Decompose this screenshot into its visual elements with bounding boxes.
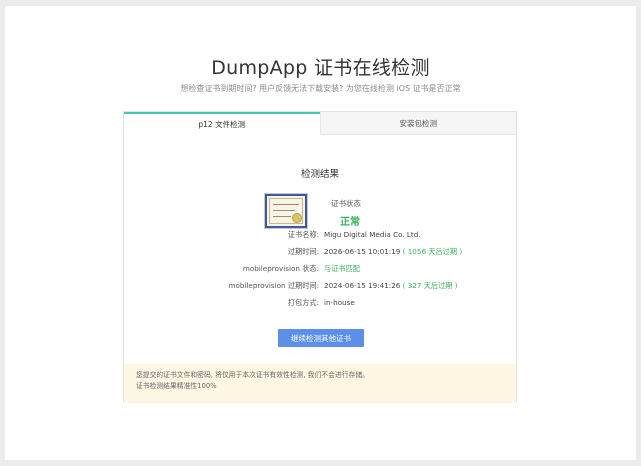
field-key: mobileprovision 过期时间: bbox=[228, 281, 319, 290]
field-value: in-house bbox=[324, 298, 355, 307]
field-row-packaging: 打包方式: in-house bbox=[124, 298, 516, 310]
notice-line: 证书检测结果精准性100% bbox=[136, 382, 217, 390]
checker-card: p12 文件检测 安装包检测 检测结果 证书状态 正常 证书名称: Migu D… bbox=[123, 111, 517, 403]
field-row-mobileprovision-status: mobileprovision 状态: 与证书匹配 bbox=[124, 264, 516, 276]
field-note: 与证书匹配 bbox=[324, 264, 360, 273]
result-title: 检测结果 bbox=[300, 169, 339, 180]
page-subtitle: 想检查证书到期时间? 用户反馈无法下载安装? 为您在线检测 iOS 证书是否正常 bbox=[180, 84, 461, 93]
field-value: Migu Digital Media Co. Ltd. bbox=[324, 230, 421, 239]
field-value-text: in-house bbox=[324, 298, 355, 307]
page-title: DumpApp 证书在线检测 bbox=[211, 57, 430, 79]
privacy-notice: 您提交的证书文件和密码, 将仅用于本次证书有效性检测, 我们不会进行存储。 证书… bbox=[124, 364, 516, 403]
field-key: mobileprovision 状态: bbox=[242, 264, 319, 273]
field-value: 2024-06-15 19:41:26 ( 327 天后过期 ) bbox=[324, 281, 458, 291]
notice-line: 您提交的证书文件和密码, 将仅用于本次证书有效性检测, 我们不会进行存储。 bbox=[136, 371, 369, 379]
tab-p12-file-check[interactable]: p12 文件检测 bbox=[124, 112, 320, 135]
check-another-button[interactable]: 继续检测其他证书 bbox=[278, 329, 364, 347]
field-value: 2026-06-15 10:01:19 ( 1056 天后过期 ) bbox=[324, 247, 462, 257]
certificate-line bbox=[273, 216, 291, 217]
field-key: 打包方式: bbox=[287, 298, 319, 307]
field-value-text: Migu Digital Media Co. Ltd. bbox=[324, 230, 421, 239]
status-value: 正常 bbox=[340, 217, 360, 228]
field-row-expiry: 过期时间: 2026-06-15 10:01:19 ( 1056 天后过期 ) bbox=[124, 247, 516, 259]
field-row-cert-name: 证书名称: Migu Digital Media Co. Ltd. bbox=[124, 230, 516, 242]
field-value-text: 2024-06-15 19:41:26 bbox=[324, 281, 401, 290]
field-key: 证书名称: bbox=[287, 230, 319, 239]
page-container: DumpApp 证书在线检测 想检查证书到期时间? 用户反馈无法下载安装? 为您… bbox=[5, 6, 636, 460]
field-key: 过期时间: bbox=[287, 247, 319, 256]
certificate-line bbox=[273, 204, 299, 205]
field-value-text: 2026-06-15 10:01:19 bbox=[324, 247, 401, 256]
tab-bar: p12 文件检测 安装包检测 bbox=[124, 112, 516, 135]
status-label: 证书状态 bbox=[331, 199, 361, 208]
field-row-mobileprovision-expiry: mobileprovision 过期时间: 2024-06-15 19:41:2… bbox=[124, 281, 516, 293]
field-note: ( 327 天后过期 ) bbox=[402, 281, 458, 290]
certificate-image-icon bbox=[265, 194, 307, 228]
certificate-seal-icon bbox=[292, 213, 302, 223]
certificate-line bbox=[273, 210, 295, 211]
tab-package-check[interactable]: 安装包检测 bbox=[319, 112, 516, 135]
field-note: ( 1056 天后过期 ) bbox=[402, 247, 463, 256]
field-value: 与证书匹配 bbox=[324, 264, 360, 274]
